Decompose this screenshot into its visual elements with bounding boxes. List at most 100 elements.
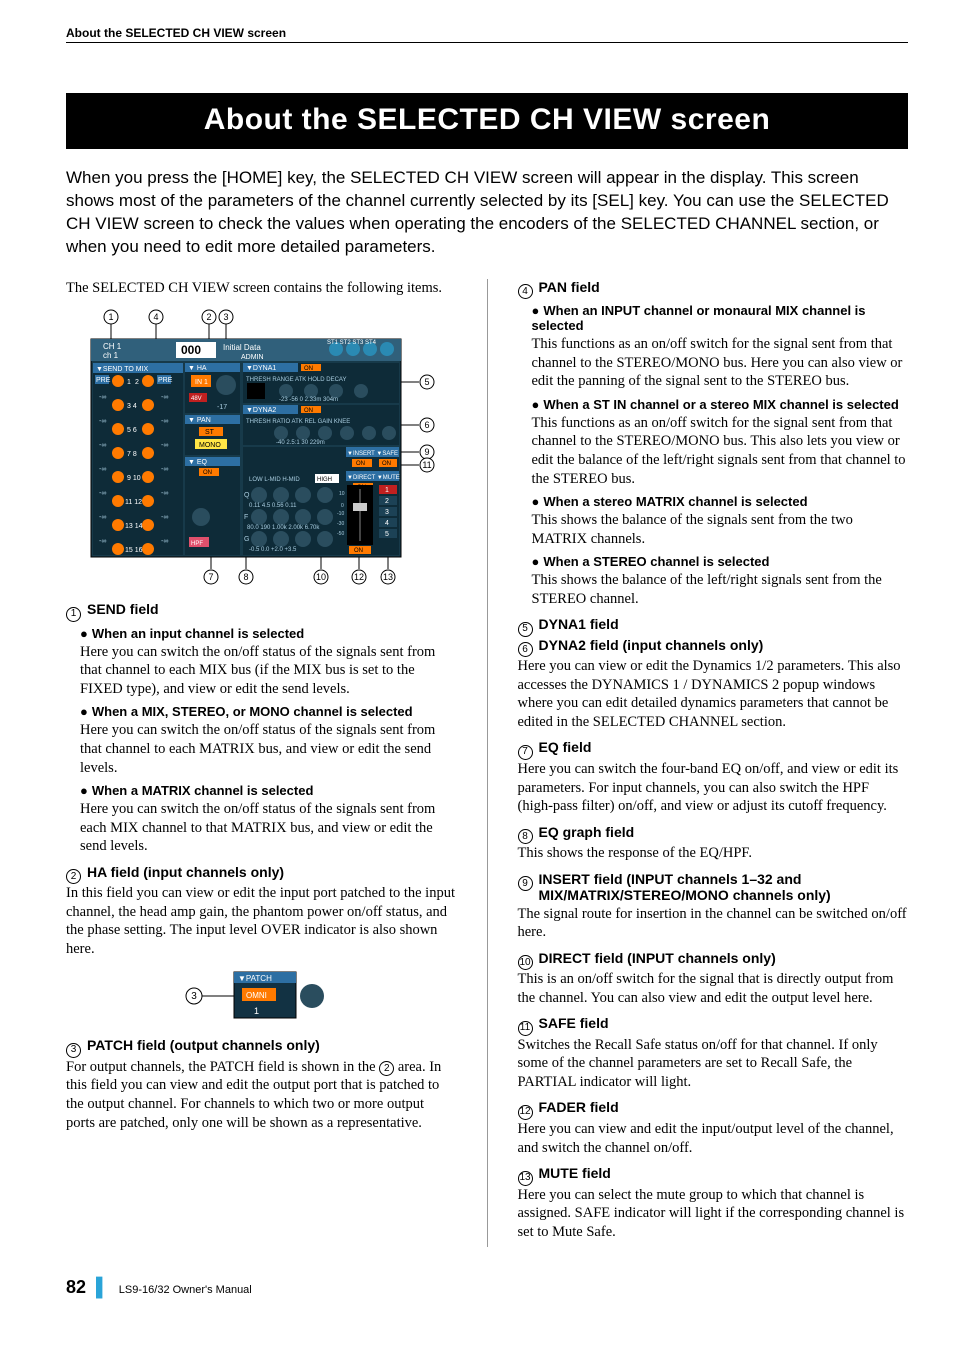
page-number: 82 — [66, 1277, 86, 1298]
svg-text:IN 1: IN 1 — [195, 379, 208, 386]
svg-text:11: 11 — [423, 460, 432, 470]
svg-text:1: 1 — [109, 312, 114, 322]
manual-title: LS9-16/32 Owner's Manual — [119, 1284, 252, 1296]
svg-text:HIGH: HIGH — [317, 477, 332, 483]
svg-text:Initial Data: Initial Data — [223, 343, 261, 352]
svg-text:ST1 ST2 ST3 ST4: ST1 ST2 ST3 ST4 — [327, 340, 377, 346]
svg-text:-∞: -∞ — [161, 394, 168, 401]
callout-13: 13 — [518, 1171, 533, 1186]
eq-text: Here you can switch the four-band EQ on/… — [518, 760, 909, 816]
pan-b2-text: This functions as an on/off switch for t… — [532, 414, 909, 488]
svg-text:ADMIN: ADMIN — [241, 354, 264, 361]
svg-text:2: 2 — [135, 379, 139, 386]
svg-text:ON: ON — [304, 366, 313, 372]
svg-text:2: 2 — [385, 498, 389, 505]
direct-field-label: DIRECT field (INPUT channels only) — [539, 950, 776, 966]
fader-field-label: FADER field — [539, 1099, 619, 1115]
svg-text:-∞: -∞ — [161, 466, 168, 473]
patch-text: For output channels, the PATCH field is … — [66, 1058, 457, 1132]
svg-text:11 12: 11 12 — [125, 499, 142, 506]
mute-field-label: MUTE field — [539, 1165, 611, 1181]
patch-field-head: 3 PATCH field (output channels only) — [66, 1037, 457, 1056]
svg-text:ON: ON — [354, 548, 363, 554]
svg-text:-∞: -∞ — [99, 490, 106, 497]
svg-text:-∞: -∞ — [161, 514, 168, 521]
send-b2-label: ●When a MIX, STEREO, or MONO channel is … — [80, 704, 457, 719]
pan-b4-text: This shows the balance of the left/right… — [532, 571, 909, 608]
safe-field-head: 11 SAFE field — [518, 1015, 909, 1034]
callout-2: 2 — [66, 869, 81, 884]
svg-text:ON: ON — [356, 461, 365, 467]
svg-text:▼INSERT ▼SAFE: ▼INSERT ▼SAFE — [347, 451, 398, 457]
callout-5: 5 — [518, 622, 533, 637]
svg-text:▼DYNA1: ▼DYNA1 — [246, 365, 276, 372]
svg-text:ST: ST — [205, 429, 215, 436]
send-b3-text: Here you can switch the on/off status of… — [80, 800, 457, 856]
eq-field-label: EQ field — [539, 739, 592, 755]
svg-text:OMNI: OMNI — [246, 991, 267, 1000]
send-field-head: 1 SEND field — [66, 601, 457, 620]
svg-text:0.11 4.5 0.56 0.11: 0.11 4.5 0.56 0.11 — [249, 503, 297, 509]
footer-accent-icon: ▌ — [96, 1277, 109, 1298]
svg-text:-17: -17 — [217, 404, 227, 411]
svg-text:3: 3 — [191, 991, 197, 1002]
svg-text:-30: -30 — [337, 521, 344, 527]
svg-text:LOW L-MID H-MID: LOW L-MID H-MID — [249, 477, 300, 483]
svg-text:MONO: MONO — [199, 442, 221, 449]
fader-field-head: 12 FADER field — [518, 1099, 909, 1118]
svg-text:-∞: -∞ — [161, 490, 168, 497]
footer: 82 ▌ LS9-16/32 Owner's Manual — [66, 1277, 908, 1298]
svg-text:▼DIRECT ▼MUTE: ▼DIRECT ▼MUTE — [347, 475, 400, 481]
patch-field-label: PATCH field (output channels only) — [87, 1037, 320, 1053]
send-field-label: SEND field — [87, 601, 159, 617]
svg-text:-0.5 0.0 +2.0 +3.5: -0.5 0.0 +2.0 +3.5 — [249, 547, 297, 553]
callout-7: 7 — [518, 745, 533, 760]
svg-text:3: 3 — [385, 509, 389, 516]
callout-10: 10 — [518, 955, 533, 970]
svg-text:-∞: -∞ — [99, 466, 106, 473]
pan-b4-label: ●When a STEREO channel is selected — [532, 554, 909, 569]
svg-text:13 14: 13 14 — [125, 523, 143, 530]
svg-text:1: 1 — [254, 1006, 259, 1016]
page-title: About the SELECTED CH VIEW screen — [66, 93, 908, 149]
svg-text:-23 -56 0 2.33m 304m: -23 -56 0 2.33m 304m — [279, 397, 338, 403]
svg-text:6: 6 — [425, 420, 430, 430]
left-lead: The SELECTED CH VIEW screen contains the… — [66, 279, 457, 298]
send-b1-text: Here you can switch the on/off status of… — [80, 643, 457, 699]
callout-8: 8 — [518, 829, 533, 844]
svg-text:5: 5 — [385, 531, 389, 538]
mute-text: Here you can select the mute group to wh… — [518, 1186, 909, 1242]
running-head: About the SELECTED CH VIEW screen — [66, 26, 908, 40]
screen-figure: 1 4 2 3 CH 1 ch 1 000 Initia — [66, 307, 457, 587]
direct-text: This is an on/off switch for the signal … — [518, 970, 909, 1007]
column-divider — [487, 279, 488, 1247]
insert-field-label: INSERT field (INPUT channels 1–32 and MI… — [539, 871, 909, 903]
svg-text:CH 1: CH 1 — [103, 342, 122, 351]
callout-9: 9 — [518, 876, 533, 891]
svg-text:-∞: -∞ — [161, 538, 168, 545]
svg-text:-∞: -∞ — [99, 514, 106, 521]
callout-11: 11 — [518, 1021, 533, 1036]
svg-text:5 6: 5 6 — [127, 427, 137, 434]
ha-text: In this field you can view or edit the i… — [66, 884, 457, 958]
svg-text:9: 9 — [425, 447, 430, 457]
dyna1-field-head: 5 DYNA1 field — [518, 616, 909, 635]
callout-12: 12 — [518, 1105, 533, 1120]
safe-text: Switches the Recall Safe status on/off f… — [518, 1036, 909, 1092]
mute-field-head: 13 MUTE field — [518, 1165, 909, 1184]
svg-text:THRESH RATIO ATK REL GAIN KN: THRESH RATIO ATK REL GAIN KNEE — [246, 419, 350, 425]
pan-b2-label: ●When a ST IN channel or a stereo MIX ch… — [532, 397, 909, 412]
svg-text:▼ HA: ▼ HA — [188, 365, 207, 372]
pan-field-head: 4 PAN field — [518, 279, 909, 298]
direct-field-head: 10 DIRECT field (INPUT channels only) — [518, 950, 909, 969]
svg-text:-10: -10 — [337, 511, 344, 517]
svg-text:HPF: HPF — [191, 541, 203, 547]
svg-text:3 4: 3 4 — [127, 403, 137, 410]
svg-text:8: 8 — [244, 572, 249, 582]
svg-text:13: 13 — [383, 572, 393, 582]
insert-field-head: 9 INSERT field (INPUT channels 1–32 and … — [518, 871, 909, 903]
svg-text:▼ PAN: ▼ PAN — [188, 417, 211, 424]
ha-field-head: 2 HA field (input channels only) — [66, 864, 457, 883]
svg-text:▼PATCH: ▼PATCH — [238, 974, 272, 983]
svg-text:-40 2.5:1 30 229m: -40 2.5:1 30 229m — [276, 440, 325, 446]
